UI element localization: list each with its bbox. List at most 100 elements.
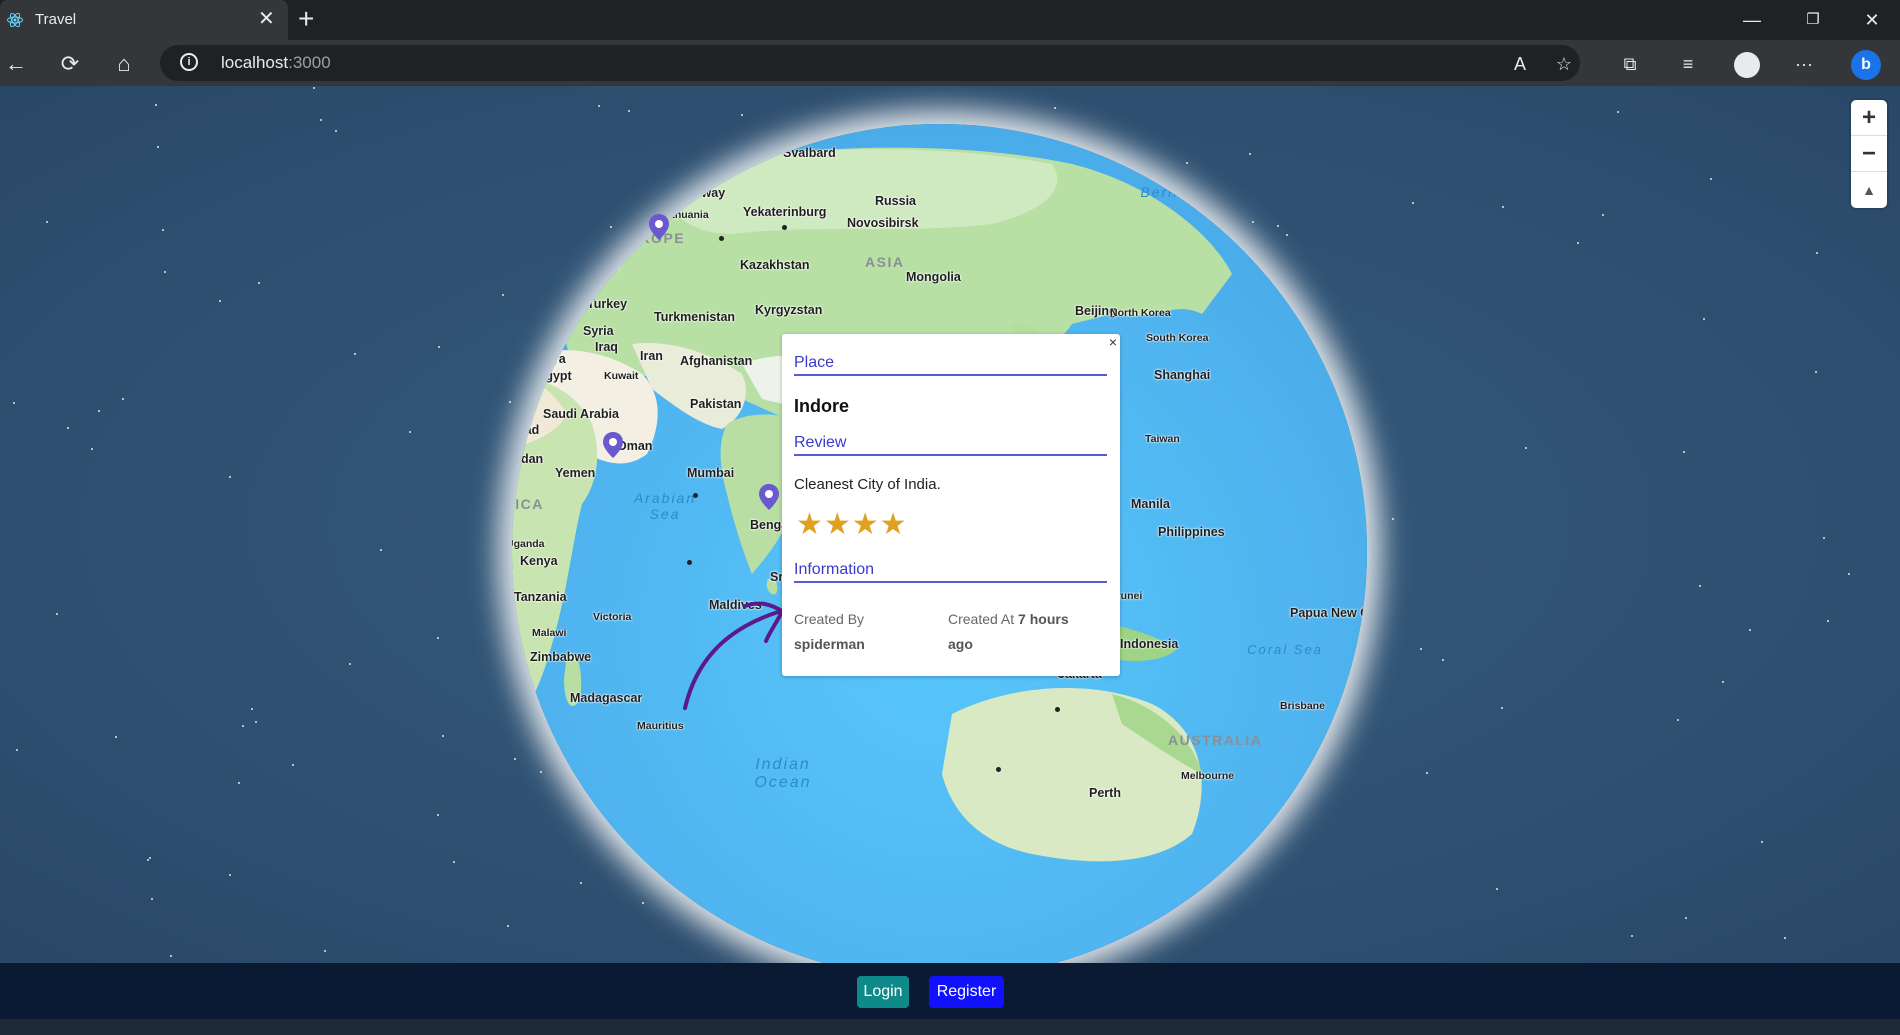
map-label: AFRICA xyxy=(512,496,544,512)
login-button[interactable]: Login xyxy=(857,976,909,1008)
star-dot xyxy=(1502,205,1505,208)
star-dot xyxy=(436,814,439,817)
star-dot xyxy=(1501,706,1504,709)
copilot-icon[interactable]: b xyxy=(1850,48,1882,81)
star-dot xyxy=(598,104,601,107)
star-dot xyxy=(323,950,326,953)
star-dot xyxy=(16,749,19,752)
map-label: Italy xyxy=(596,258,622,272)
star-dot xyxy=(380,548,383,551)
place-value: Indore xyxy=(794,396,850,416)
star-dot xyxy=(157,145,160,148)
sea-label: Coral Sea xyxy=(1247,642,1323,657)
map-label: Novosibirsk xyxy=(847,216,919,230)
star-dot xyxy=(219,299,222,302)
star-dot xyxy=(1698,584,1701,587)
popup-close-icon[interactable]: × xyxy=(1109,334,1117,350)
star-rating: ★★★★ xyxy=(796,508,908,541)
star-dot xyxy=(163,270,166,273)
map-label: Mumbai xyxy=(687,466,735,480)
star-dot xyxy=(229,475,232,478)
site-info-icon[interactable]: i xyxy=(180,53,198,71)
zoom-out-button[interactable]: − xyxy=(1851,136,1887,172)
star-dot xyxy=(509,401,512,404)
reload-icon[interactable]: ⟳ xyxy=(54,48,86,80)
url-field[interactable]: i localhost:3000 xyxy=(160,45,1580,81)
map-label: Tanzania xyxy=(514,590,567,604)
map-pin-icon[interactable] xyxy=(648,213,670,241)
star-dot xyxy=(1685,917,1688,920)
map-label: Yekaterinburg xyxy=(743,205,827,219)
star-dot xyxy=(228,874,231,877)
star-dot xyxy=(1848,572,1851,575)
star-dot xyxy=(1827,620,1830,623)
star-dot xyxy=(1426,772,1429,775)
star-dot xyxy=(169,954,172,957)
star-dot xyxy=(1577,242,1580,245)
star-dot xyxy=(1602,213,1605,216)
tab-strip: Travel ✕ + — ❐ ✕ xyxy=(0,0,1900,40)
sea-label: Indian Ocean xyxy=(754,756,812,791)
home-icon[interactable]: ⌂ xyxy=(108,48,140,80)
city-dot xyxy=(996,767,1001,772)
star-dot xyxy=(1784,936,1787,939)
url-text: localhost:3000 xyxy=(221,53,331,72)
star-dot xyxy=(628,110,631,113)
map-label: Saudi Arabia xyxy=(543,407,619,421)
map-label: Svalbard xyxy=(783,146,836,160)
compass-button[interactable]: ▲ xyxy=(1851,172,1887,208)
star-dot xyxy=(453,861,456,864)
map-label: Madagascar xyxy=(570,691,643,705)
star-dot xyxy=(312,86,315,89)
new-tab-icon[interactable]: + xyxy=(298,4,314,34)
window-close-icon[interactable]: ✕ xyxy=(1844,0,1900,40)
map-label: ASIA xyxy=(865,254,905,270)
map-label: Egypt xyxy=(537,369,572,383)
created-by: Created By spiderman xyxy=(794,607,934,657)
zoom-in-button[interactable]: + xyxy=(1851,100,1887,136)
created-by-label: Created By xyxy=(794,611,865,627)
star-dot xyxy=(1441,658,1444,661)
star-dot xyxy=(1676,719,1679,722)
star-dot xyxy=(241,724,244,727)
star-dot xyxy=(258,282,261,285)
minimize-icon[interactable]: — xyxy=(1724,0,1780,40)
profile-icon[interactable] xyxy=(1731,48,1763,80)
extensions-icon[interactable]: ⧉ xyxy=(1614,48,1646,80)
star-dot xyxy=(1524,447,1527,450)
map-pin-icon[interactable] xyxy=(602,431,624,459)
star-dot xyxy=(1617,111,1620,114)
star-dot xyxy=(1053,107,1056,110)
created-by-value: spiderman xyxy=(794,636,865,652)
star-dot xyxy=(1815,251,1818,254)
favorites-icon[interactable]: ≡ xyxy=(1672,48,1704,80)
map-navigation-control: + − ▲ xyxy=(1851,100,1887,208)
star-dot xyxy=(349,662,352,665)
city-dot xyxy=(719,236,724,241)
star-dot xyxy=(121,397,124,400)
more-menu-icon[interactable]: ··· xyxy=(1788,48,1820,80)
browser-tab[interactable]: Travel ✕ xyxy=(0,0,288,40)
pin-popup: × Place Indore Review Cleanest City of I… xyxy=(782,334,1120,676)
read-aloud-icon[interactable]: A xyxy=(1504,48,1536,80)
star-dot xyxy=(1823,537,1826,540)
review-value: Cleanest City of India. xyxy=(794,476,941,493)
register-button[interactable]: Register xyxy=(929,976,1004,1008)
map-label: Russia xyxy=(875,194,916,208)
map-label: Turkey xyxy=(587,297,628,311)
map-label: Philippines xyxy=(1158,525,1225,539)
map-label: Libya xyxy=(533,352,566,366)
add-favorite-icon[interactable]: ☆ xyxy=(1548,48,1580,80)
tab-close-icon[interactable]: ✕ xyxy=(258,7,275,31)
map-label: Kyrgyzstan xyxy=(755,303,823,317)
map-label: South Korea xyxy=(1146,332,1209,344)
star-dot xyxy=(1748,629,1751,632)
map-canvas[interactable]: Svalbard Norway Russia Lithuania Yekaterinbu… xyxy=(0,86,1900,963)
restore-icon[interactable]: ❐ xyxy=(1785,0,1841,40)
map-pin-icon[interactable] xyxy=(758,483,780,511)
map-label: Manila xyxy=(1131,497,1170,511)
sea-label: Bering Sea xyxy=(1140,184,1230,200)
back-icon[interactable]: ← xyxy=(0,48,32,80)
map-label: AUSTRALIA xyxy=(1168,732,1263,748)
city-dot xyxy=(687,560,692,565)
